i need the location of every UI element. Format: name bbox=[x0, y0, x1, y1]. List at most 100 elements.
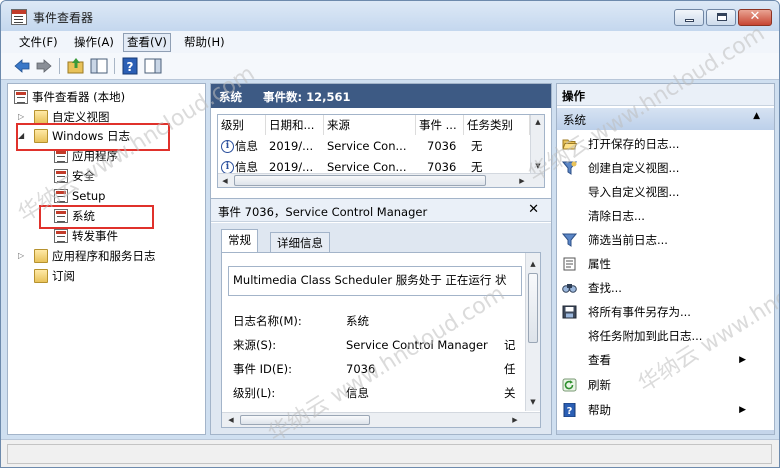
tab-general[interactable]: 常规 bbox=[221, 229, 258, 253]
scroll-right-arrow-icon[interactable]: ▶ bbox=[515, 174, 529, 187]
column-header-date[interactable]: 日期和... bbox=[266, 115, 324, 135]
cell-level: 信息 bbox=[235, 139, 258, 153]
column-header-task[interactable]: 任务类别 bbox=[464, 115, 530, 135]
log-icon bbox=[54, 149, 68, 163]
scroll-left-arrow-icon[interactable]: ◀ bbox=[224, 413, 238, 427]
scroll-thumb[interactable] bbox=[240, 415, 370, 425]
console-tree-pane: 事件查看器 (本地) ▷ 自定义视图 ◢ Windows 日志 应用程序 安全 … bbox=[7, 83, 206, 435]
svg-text:?: ? bbox=[127, 60, 134, 74]
cell-event-id: 7036 bbox=[427, 139, 457, 153]
scroll-left-arrow-icon[interactable]: ◀ bbox=[218, 174, 232, 187]
cell-source: Service Con... bbox=[327, 139, 407, 153]
action-import-custom-view[interactable]: 导入自定义视图... bbox=[557, 180, 774, 204]
menu-bar: 文件(F) 操作(A) 查看(V) 帮助(H) bbox=[1, 31, 779, 53]
action-label: 清除日志... bbox=[588, 209, 645, 223]
event-detail-body: 常规 详细信息 Multimedia Class Scheduler 服务处于 … bbox=[211, 223, 551, 434]
action-label: 查找... bbox=[588, 281, 622, 295]
scroll-down-arrow-icon[interactable]: ▼ bbox=[526, 395, 540, 409]
menu-view[interactable]: 查看(V) bbox=[123, 33, 171, 52]
action-pane-icon[interactable] bbox=[144, 57, 162, 75]
event-viewer-window: 事件查看器 ✕ 文件(F) 操作(A) 查看(V) 帮助(H) ? 事件查看器 … bbox=[0, 0, 780, 468]
actions-pane: 操作 系统 ▲ 打开保存的日志... 创建自定义视图... 导入自定义视图...… bbox=[556, 83, 775, 435]
tree-item-label: 安全 bbox=[72, 169, 95, 183]
submenu-arrow-icon: ▶ bbox=[739, 355, 746, 365]
scroll-thumb[interactable] bbox=[234, 175, 486, 186]
title-bar[interactable]: 事件查看器 ✕ bbox=[1, 1, 779, 31]
back-arrow-icon[interactable] bbox=[13, 57, 31, 75]
forward-arrow-icon[interactable] bbox=[35, 57, 53, 75]
folder-icon bbox=[34, 110, 48, 124]
action-open-saved-log[interactable]: 打开保存的日志... bbox=[557, 132, 774, 156]
minimize-icon bbox=[685, 19, 694, 22]
field-extra-level: 关 bbox=[504, 386, 516, 400]
action-properties[interactable]: 属性 bbox=[557, 252, 774, 276]
menu-action[interactable]: 操作(A) bbox=[71, 34, 117, 51]
actions-section-system[interactable]: 系统 ▲ bbox=[557, 108, 774, 130]
action-refresh[interactable]: 刷新 bbox=[557, 373, 774, 397]
action-clear-log[interactable]: 清除日志... bbox=[557, 204, 774, 228]
detail-vertical-scrollbar[interactable]: ▲ ▼ bbox=[525, 253, 540, 411]
scroll-down-arrow-icon[interactable]: ▼ bbox=[531, 159, 544, 173]
action-find[interactable]: 查找... bbox=[557, 276, 774, 300]
actions-section-collapsed-band bbox=[557, 430, 774, 434]
log-header: 系统 事件数: 12,561 bbox=[211, 84, 551, 108]
field-value-log-name: 系统 bbox=[346, 314, 369, 328]
scroll-up-arrow-icon[interactable]: ▲ bbox=[531, 115, 544, 129]
expand-arrow-icon[interactable]: ▷ bbox=[18, 247, 24, 265]
properties-icon bbox=[563, 257, 576, 271]
field-value-level: 信息 bbox=[346, 386, 369, 400]
action-view-submenu[interactable]: 查看 ▶ bbox=[557, 348, 774, 372]
action-help[interactable]: ? 帮助 ▶ bbox=[557, 398, 774, 422]
maximize-icon bbox=[717, 13, 727, 21]
find-icon bbox=[562, 284, 577, 293]
event-list-vertical-scrollbar[interactable]: ▲ ▼ bbox=[530, 115, 544, 173]
tab-details[interactable]: 详细信息 bbox=[270, 232, 330, 254]
cell-date: 2019/... bbox=[269, 139, 314, 153]
highlight-box-system bbox=[39, 205, 154, 229]
action-save-all-events[interactable]: 将所有事件另存为... bbox=[557, 300, 774, 324]
close-window-button[interactable]: ✕ bbox=[738, 9, 772, 26]
tree-item-label: 订阅 bbox=[52, 269, 75, 283]
table-row[interactable]: i 信息 2019/... Service Con... 7036 无 bbox=[218, 136, 530, 156]
column-header-source[interactable]: 来源 bbox=[324, 115, 416, 135]
event-viewer-app-icon bbox=[11, 9, 27, 25]
field-label-log-name: 日志名称(M): bbox=[233, 314, 302, 328]
column-header-level[interactable]: 级别 bbox=[218, 115, 266, 135]
up-folder-icon[interactable] bbox=[67, 57, 85, 75]
scroll-right-arrow-icon[interactable]: ▶ bbox=[508, 413, 522, 427]
event-count: 事件数: 12,561 bbox=[263, 90, 351, 104]
action-label: 将任务附加到此日志... bbox=[588, 329, 703, 343]
action-filter-current-log[interactable]: 筛选当前日志... bbox=[557, 228, 774, 252]
status-bar-panel bbox=[7, 444, 772, 464]
scroll-up-arrow-icon[interactable]: ▲ bbox=[526, 257, 540, 271]
tree-item-label: 转发事件 bbox=[72, 229, 118, 243]
column-header-event-id[interactable]: 事件 ... bbox=[416, 115, 464, 135]
menu-file[interactable]: 文件(F) bbox=[16, 34, 61, 51]
tree-item-label: Setup bbox=[72, 189, 106, 203]
folder-icon bbox=[34, 249, 48, 263]
help-icon[interactable]: ? bbox=[121, 57, 139, 75]
close-detail-icon[interactable]: ✕ bbox=[528, 202, 539, 217]
field-label-source: 来源(S): bbox=[233, 338, 277, 352]
status-bar bbox=[1, 439, 779, 467]
field-label-level: 级别(L): bbox=[233, 386, 276, 400]
event-detail-header: 事件 7036，Service Control Manager ✕ bbox=[211, 198, 551, 222]
event-description[interactable]: Multimedia Class Scheduler 服务处于 正在运行 状 bbox=[228, 266, 522, 296]
action-label: 导入自定义视图... bbox=[588, 185, 680, 199]
field-label-event-id: 事件 ID(E): bbox=[233, 362, 293, 376]
action-attach-task[interactable]: 将任务附加到此日志... bbox=[557, 324, 774, 348]
maximize-button[interactable] bbox=[706, 9, 736, 26]
collapse-caret-icon[interactable]: ▲ bbox=[753, 111, 760, 121]
event-list: 级别 日期和... 来源 事件 ... 任务类别 i 信息 2019/... S… bbox=[217, 114, 545, 188]
event-list-horizontal-scrollbar[interactable]: ◀ ▶ bbox=[218, 173, 544, 187]
minimize-button[interactable] bbox=[674, 9, 704, 26]
open-folder-icon bbox=[562, 139, 577, 150]
action-label: 刷新 bbox=[588, 378, 611, 392]
close-icon: ✕ bbox=[749, 9, 761, 24]
menu-help[interactable]: 帮助(H) bbox=[181, 34, 228, 51]
scroll-thumb[interactable] bbox=[528, 273, 538, 343]
event-detail-title: 事件 7036，Service Control Manager bbox=[218, 205, 428, 219]
detail-horizontal-scrollbar[interactable]: ◀ ▶ bbox=[222, 412, 540, 427]
action-create-custom-view[interactable]: 创建自定义视图... bbox=[557, 156, 774, 180]
console-tree-icon[interactable] bbox=[90, 57, 108, 75]
